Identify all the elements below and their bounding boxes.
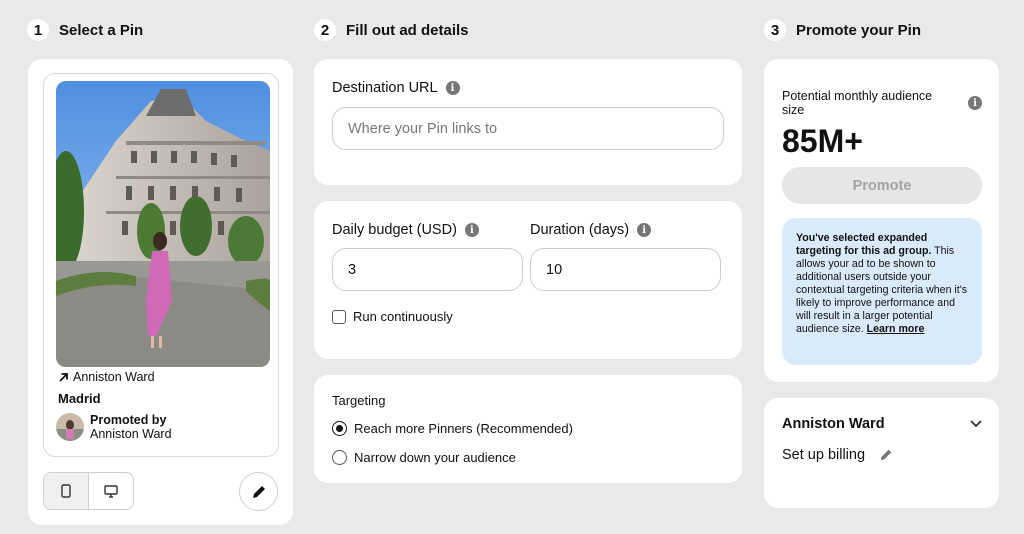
pin-title: Madrid xyxy=(58,391,101,406)
targeting-card: Targeting Reach more Pinners (Recommende… xyxy=(314,375,742,483)
promoted-by: Promoted by Anniston Ward xyxy=(56,413,172,441)
budget-card: Daily budget (USD) i 3 Duration (days) i… xyxy=(314,201,742,359)
step-2-header: 2 Fill out ad details xyxy=(314,19,469,41)
step-title: Fill out ad details xyxy=(346,21,469,39)
step-number: 1 xyxy=(27,19,49,41)
pin-select-card: Anniston Ward Madrid Promoted by Annisto… xyxy=(28,59,293,525)
expanded-targeting-notice: You've selected expanded targeting for t… xyxy=(782,218,982,365)
info-icon[interactable]: i xyxy=(968,96,982,110)
pin-destination-name: Anniston Ward xyxy=(73,370,155,384)
pin-destination[interactable]: Anniston Ward xyxy=(58,370,155,384)
avatar xyxy=(56,413,84,441)
step-title: Select a Pin xyxy=(59,21,144,39)
radio-label: Narrow down your audience xyxy=(354,450,516,465)
billing-label: Set up billing xyxy=(782,447,866,463)
pencil-icon xyxy=(252,485,265,498)
chevron-down-icon[interactable] xyxy=(970,420,982,428)
step-title: Promote your Pin xyxy=(796,21,922,39)
run-continuously-label: Run continuously xyxy=(353,309,453,324)
pencil-icon[interactable] xyxy=(879,448,893,462)
promoted-by-name: Anniston Ward xyxy=(90,427,172,441)
billing-card: Anniston Ward Set up billing xyxy=(764,398,999,508)
account-name: Anniston Ward xyxy=(782,416,885,432)
promote-card: Potential monthly audience size i 85M+ P… xyxy=(764,59,999,382)
notice-bold: You've selected expanded targeting for t… xyxy=(796,232,932,257)
step-number: 3 xyxy=(764,19,786,41)
audience-size-label: Potential monthly audience size xyxy=(782,89,933,117)
info-icon[interactable]: i xyxy=(464,223,479,237)
learn-more-link[interactable]: Learn more xyxy=(867,323,925,335)
promoted-by-label: Promoted by xyxy=(90,413,167,427)
phone-icon xyxy=(61,484,71,498)
destination-card: Destination URL i Where your Pin links t… xyxy=(314,59,742,185)
radio-button[interactable] xyxy=(332,421,347,436)
checkbox[interactable] xyxy=(332,309,346,324)
duration-input[interactable]: 10 xyxy=(530,248,721,291)
pin-preview[interactable]: Anniston Ward Madrid Promoted by Annisto… xyxy=(43,73,279,457)
daily-budget-label: Daily budget (USD) i xyxy=(332,222,479,238)
mobile-preview-button[interactable] xyxy=(44,473,89,509)
radio-narrow-down[interactable]: Narrow down your audience xyxy=(332,450,516,465)
info-icon[interactable]: i xyxy=(637,223,652,237)
destination-url-input[interactable]: Where your Pin links to xyxy=(332,107,724,150)
info-icon[interactable]: i xyxy=(445,81,460,95)
duration-label: Duration (days) i xyxy=(530,222,652,238)
setup-billing[interactable]: Set up billing xyxy=(782,447,893,463)
step-number: 2 xyxy=(314,19,336,41)
daily-budget-input[interactable]: 3 xyxy=(332,248,523,291)
notice-text: This allows your ad to be shown to addit… xyxy=(796,245,968,335)
promote-button[interactable]: Promote xyxy=(782,167,982,204)
targeting-label: Targeting xyxy=(332,393,386,408)
step-1-header: 1 Select a Pin xyxy=(27,19,143,41)
audience-size-value: 85M+ xyxy=(782,123,863,159)
edit-pin-button[interactable] xyxy=(239,472,278,511)
radio-button[interactable] xyxy=(332,450,347,465)
device-toggle xyxy=(43,472,134,510)
arrow-up-right-icon xyxy=(59,372,68,382)
step-3-header: 3 Promote your Pin xyxy=(764,19,921,41)
pin-image xyxy=(56,81,270,367)
destination-url-label: Destination URL i xyxy=(332,80,460,96)
desktop-preview-button[interactable] xyxy=(89,473,133,509)
monitor-icon xyxy=(104,484,118,498)
run-continuously-checkbox[interactable]: Run continuously xyxy=(332,309,453,324)
radio-label: Reach more Pinners (Recommended) xyxy=(354,421,573,436)
radio-reach-more[interactable]: Reach more Pinners (Recommended) xyxy=(332,421,573,436)
